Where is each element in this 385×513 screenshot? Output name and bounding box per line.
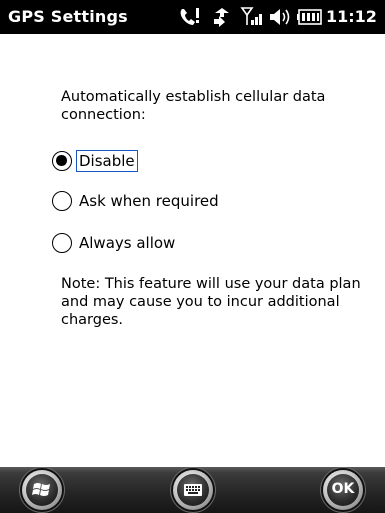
radio-unselected-icon[interactable] [52,191,72,211]
radio-always-allow[interactable]: Always allow [52,233,232,259]
radio-label-ask-when-required[interactable]: Ask when required [77,191,221,211]
prompt-text: Automatically establish cellular data co… [61,89,326,123]
windows-start-icon [32,483,50,496]
data-connection-icon[interactable] [210,6,234,28]
signal-strength-icon[interactable] [240,6,264,28]
window-title: GPS Settings [8,7,128,26]
phone-alert-icon[interactable] [178,6,202,28]
softkey-bar: OK [0,467,385,513]
note-text: Note: This feature will use your data pl… [61,276,361,328]
keyboard-icon [184,484,202,496]
battery-icon[interactable] [296,6,324,28]
settings-panel: Automatically establish cellular data co… [0,34,385,467]
radio-disable[interactable]: Disable [52,150,172,177]
ok-button[interactable]: OK [323,470,363,510]
clock[interactable]: 11:12 [326,7,377,26]
radio-label-disable[interactable]: Disable [76,150,138,172]
radio-unselected-icon[interactable] [52,233,72,253]
title-bar: GPS Settings 11:12 [0,0,385,34]
radio-ask-when-required[interactable]: Ask when required [52,191,252,217]
start-button[interactable] [22,470,62,510]
radio-selected-icon[interactable] [52,151,72,171]
keyboard-button[interactable] [173,470,213,510]
ok-label: OK [331,481,355,497]
speaker-icon[interactable] [268,6,292,28]
radio-label-always-allow[interactable]: Always allow [77,233,177,253]
